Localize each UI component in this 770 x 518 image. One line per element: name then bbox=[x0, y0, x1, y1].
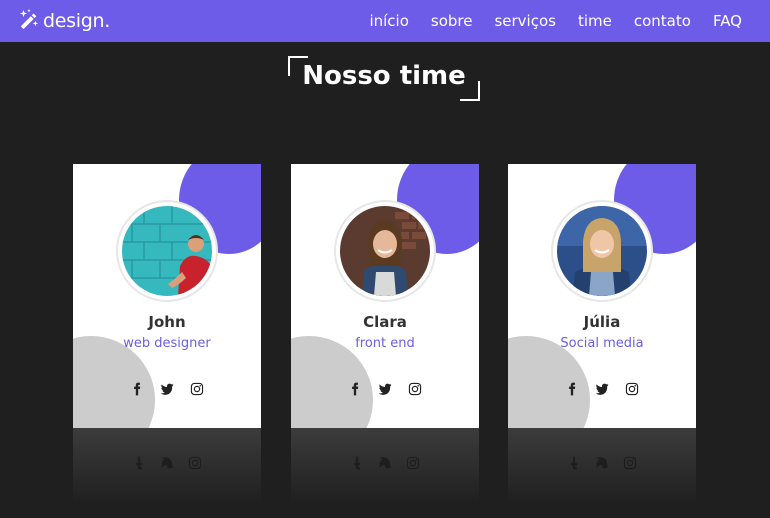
twitter-icon[interactable] bbox=[594, 381, 610, 397]
facebook-icon bbox=[136, 456, 143, 470]
avatar-frame bbox=[553, 202, 651, 300]
twitter-icon[interactable] bbox=[377, 381, 393, 397]
member-name: Clara bbox=[363, 313, 407, 331]
instagram-icon bbox=[406, 456, 420, 470]
brand-logo[interactable]: design. bbox=[18, 8, 110, 34]
team-card-john: John web designer bbox=[73, 164, 261, 428]
reflection-icons bbox=[73, 456, 261, 470]
member-role: front end bbox=[355, 336, 415, 351]
nav-link-sobre[interactable]: sobre bbox=[431, 12, 473, 30]
section-title: Nosso time bbox=[302, 61, 466, 91]
nav-link-contato[interactable]: contato bbox=[634, 12, 691, 30]
instagram-icon[interactable] bbox=[407, 381, 423, 397]
avatar bbox=[557, 206, 647, 296]
nav-link-faq[interactable]: FAQ bbox=[713, 12, 742, 30]
instagram-icon bbox=[623, 456, 637, 470]
member-name: John bbox=[148, 313, 186, 331]
magic-wand-icon bbox=[18, 8, 40, 34]
team-card-julia: Júlia Social media bbox=[508, 164, 696, 428]
nav-link-time[interactable]: time bbox=[578, 12, 612, 30]
member-name: Júlia bbox=[583, 313, 621, 331]
facebook-icon[interactable] bbox=[129, 381, 145, 397]
member-role: web designer bbox=[123, 336, 211, 351]
social-links bbox=[508, 381, 696, 397]
card-reflection bbox=[508, 428, 696, 504]
twitter-icon bbox=[595, 457, 609, 469]
facebook-icon[interactable] bbox=[564, 381, 580, 397]
twitter-icon[interactable] bbox=[159, 381, 175, 397]
card-reflection bbox=[291, 428, 479, 504]
avatar-frame bbox=[118, 202, 216, 300]
member-role: Social media bbox=[560, 336, 644, 351]
card-reflection bbox=[73, 428, 261, 504]
nav-link-inicio[interactable]: início bbox=[369, 12, 408, 30]
nav-menu: início sobre serviços time contato FAQ bbox=[369, 0, 742, 42]
title-bracket-bottom-right bbox=[460, 81, 480, 101]
avatar bbox=[340, 206, 430, 296]
social-links bbox=[291, 381, 479, 397]
section-title-frame: Nosso time bbox=[288, 56, 480, 101]
facebook-icon[interactable] bbox=[347, 381, 363, 397]
facebook-icon bbox=[354, 456, 361, 470]
avatar-frame bbox=[336, 202, 434, 300]
twitter-icon bbox=[378, 457, 392, 469]
reflection-icons bbox=[508, 456, 696, 470]
reflection-icons bbox=[291, 456, 479, 470]
nav-link-servicos[interactable]: serviços bbox=[494, 12, 556, 30]
team-card-clara: Clara front end bbox=[291, 164, 479, 428]
instagram-icon[interactable] bbox=[189, 381, 205, 397]
instagram-icon bbox=[188, 456, 202, 470]
facebook-icon bbox=[571, 456, 578, 470]
instagram-icon[interactable] bbox=[624, 381, 640, 397]
navbar: design. início sobre serviços time conta… bbox=[0, 0, 770, 42]
twitter-icon bbox=[160, 457, 174, 469]
brand-name: design. bbox=[43, 10, 110, 32]
avatar bbox=[122, 206, 212, 296]
social-links bbox=[73, 381, 261, 397]
